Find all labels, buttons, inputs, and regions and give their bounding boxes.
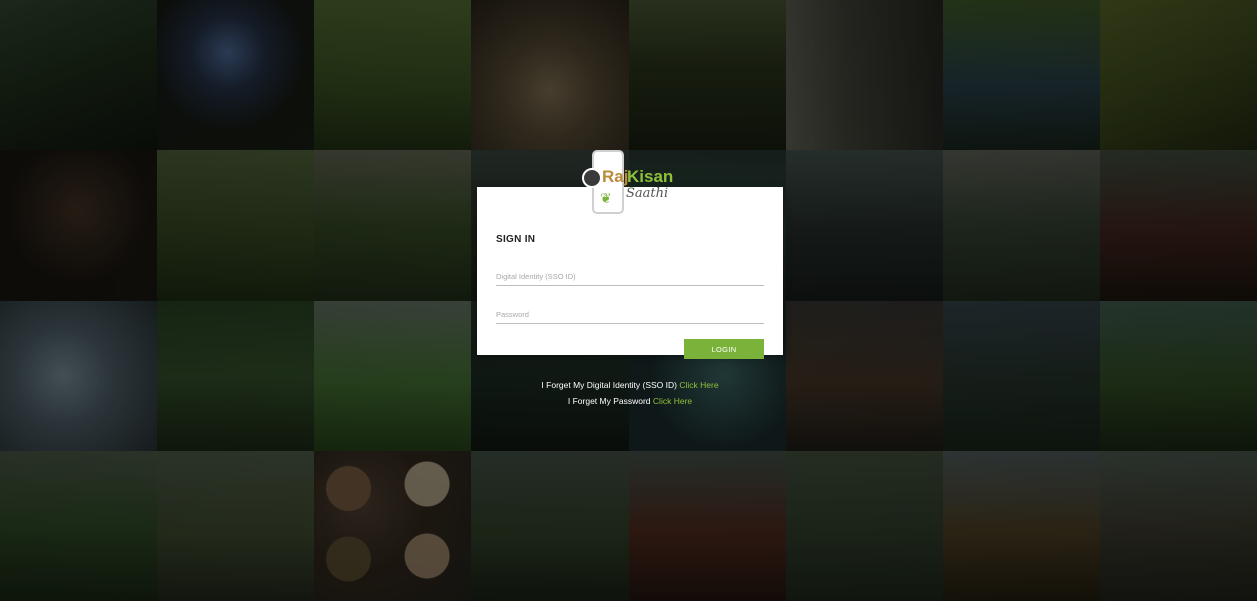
bg-tile: [471, 450, 629, 601]
bg-tile: [1099, 0, 1257, 151]
forgot-password-link[interactable]: Click Here: [653, 396, 692, 406]
bg-tile: [1099, 450, 1257, 601]
bg-tile: [0, 150, 158, 301]
bg-tile: [1099, 300, 1257, 451]
password-input[interactable]: [496, 305, 764, 324]
bg-tile: [785, 450, 943, 601]
bg-tile: [785, 150, 943, 301]
bg-tile: [314, 0, 472, 151]
bg-tile: [471, 0, 629, 151]
bg-tile-beans: [314, 450, 472, 601]
help-links: I Forget My Digital Identity (SSO ID) Cl…: [477, 377, 783, 409]
bg-tile: [0, 300, 158, 451]
rajkisan-saathi-logo: ❦ Raj Kisan Saathi: [580, 150, 690, 216]
logo-brand-kisan: Kisan: [627, 167, 674, 186]
bg-tile: [942, 450, 1100, 601]
bg-tile: [314, 450, 472, 601]
sso-id-input[interactable]: [496, 267, 764, 286]
bg-tile: [314, 300, 472, 451]
bg-tile: [942, 0, 1100, 151]
sign-in-title: SIGN IN: [496, 234, 536, 245]
forgot-password-line: I Forget My Password Click Here: [477, 393, 783, 409]
forgot-sso-line: I Forget My Digital Identity (SSO ID) Cl…: [477, 377, 783, 393]
logo-brand-raj: Raj: [602, 167, 629, 186]
rajasthan-emblem-icon: [582, 168, 602, 188]
bg-tile: [157, 150, 315, 301]
bg-tile: [157, 0, 315, 151]
bg-tile: [157, 450, 315, 601]
logo-brand-saathi: Saathi: [626, 186, 669, 201]
forgot-sso-link[interactable]: Click Here: [679, 380, 718, 390]
bg-tile: [785, 300, 943, 451]
bg-tile: [1099, 150, 1257, 301]
forgot-password-text: I Forget My Password: [567, 396, 651, 406]
bg-tile: [942, 300, 1100, 451]
login-button[interactable]: LOGIN: [684, 339, 764, 359]
bg-tile: [0, 0, 158, 151]
bg-tile: [628, 450, 786, 601]
bg-tile: [0, 450, 158, 601]
bg-tile: [785, 0, 943, 151]
bg-tile: [942, 150, 1100, 301]
bg-tile: [314, 150, 472, 301]
forgot-sso-text: I Forget My Digital Identity (SSO ID): [541, 380, 677, 390]
sprout-icon: ❦: [600, 190, 612, 206]
bg-tile: [157, 300, 315, 451]
bg-tile: [628, 0, 786, 151]
